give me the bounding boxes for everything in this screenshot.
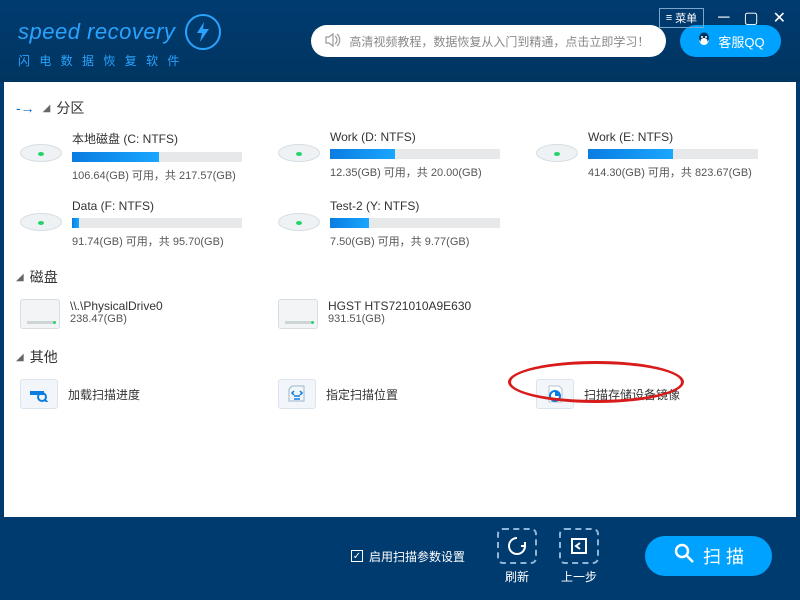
header-bar: speed recovery 闪 电 数 据 恢 复 软 件 高清视频教程，数据… [0,0,800,82]
maximize-icon[interactable]: ▢ [743,8,758,28]
partition-info: Test-2 (Y: NTFS) 7.50(GB) 可用，共 9.77(GB) [330,199,522,249]
tool-icon [20,379,58,409]
partition-info: Work (D: NTFS) 12.35(GB) 可用，共 20.00(GB) [330,130,522,183]
other-grid: 加载扫描进度 指定扫描位置 扫描存储设备镜像 [14,375,786,421]
capacity-text: 414.30(GB) 可用，共 823.67(GB) [588,164,780,180]
collapse-icon: ◢ [16,352,24,363]
qq-icon [696,32,712,51]
minimize-icon[interactable]: ─ [718,9,729,27]
section-label: 其他 [30,347,58,367]
section-label: 分区 [56,98,84,118]
logo-subtitle: 闪 电 数 据 恢 复 软 件 [18,52,221,69]
capacity-text: 12.35(GB) 可用，共 20.00(GB) [330,164,522,180]
partition-item[interactable]: Work (E: NTFS) 414.30(GB) 可用，共 823.67(GB) [530,126,780,195]
partition-name: Data (F: NTFS) [72,199,264,213]
arrow-icon: -→ [16,100,35,116]
tool-icon [278,379,316,409]
partition-name: Work (D: NTFS) [330,130,522,144]
tool-item[interactable]: 扫描存储设备镜像 [530,375,780,421]
partitions-grid: 本地磁盘 (C: NTFS) 106.64(GB) 可用，共 217.57(GB)… [14,126,786,261]
usage-bar [72,218,242,228]
section-partitions[interactable]: -→ ◢ 分区 [16,98,786,118]
capacity-text: 91.74(GB) 可用，共 95.70(GB) [72,233,264,249]
enable-params-checkbox[interactable]: ✓ 启用扫描参数设置 [351,548,465,565]
usage-bar [330,218,500,228]
qq-support-button[interactable]: 客服QQ [680,25,780,57]
disk-item[interactable]: \\.\PhysicalDrive0238.47(GB) [14,295,264,341]
usage-bar [588,149,758,159]
disk-icon [278,199,320,231]
checkbox-label: 启用扫描参数设置 [369,548,465,565]
section-label: 磁盘 [30,267,58,287]
disk-icon [278,130,320,162]
back-icon [559,528,599,564]
section-other[interactable]: ◢ 其他 [16,347,786,367]
main-panel: -→ ◢ 分区 本地磁盘 (C: NTFS) 106.64(GB) 可用，共 21… [4,82,796,517]
disk-icon [20,199,62,231]
collapse-icon: ◢ [16,272,24,283]
partition-info: Work (E: NTFS) 414.30(GB) 可用，共 823.67(GB) [588,130,780,183]
refresh-button[interactable]: 刷新 [497,528,537,585]
tool-label: 指定扫描位置 [326,379,522,409]
partition-item[interactable]: Work (D: NTFS) 12.35(GB) 可用，共 20.00(GB) [272,126,522,195]
usage-bar [72,152,242,162]
disk-info: \\.\PhysicalDrive0238.47(GB) [70,299,264,329]
tutorial-banner[interactable]: 高清视频教程，数据恢复从入门到精通，点击立即学习！ [311,25,666,57]
disk-size: 238.47(GB) [70,313,264,325]
partition-info: Data (F: NTFS) 91.74(GB) 可用，共 95.70(GB) [72,199,264,249]
bottom-bar: ✓ 启用扫描参数设置 刷新 上一步 扫 描 [0,517,800,595]
logo-block: speed recovery 闪 电 数 据 恢 复 软 件 [18,14,221,69]
collapse-icon: ◢ [43,103,51,114]
scan-label: 扫 描 [703,543,744,569]
partition-name: Test-2 (Y: NTFS) [330,199,522,213]
back-label: 上一步 [561,568,597,585]
disks-grid: \\.\PhysicalDrive0238.47(GB) HGST HTS7210… [14,295,786,341]
tool-item[interactable]: 加载扫描进度 [14,375,264,421]
partition-name: Work (E: NTFS) [588,130,780,144]
drive-icon [278,299,318,329]
bolt-icon [185,14,221,50]
disk-name: HGST HTS721010A9E630 [328,299,522,313]
capacity-text: 7.50(GB) 可用，共 9.77(GB) [330,233,522,249]
usage-bar [330,149,500,159]
partition-name: 本地磁盘 (C: NTFS) [72,130,264,147]
disk-size: 931.51(GB) [328,313,522,325]
tool-icon [536,379,574,409]
refresh-label: 刷新 [505,568,529,585]
tool-item[interactable]: 指定扫描位置 [272,375,522,421]
partition-item[interactable]: Data (F: NTFS) 91.74(GB) 可用，共 95.70(GB) [14,195,264,261]
drive-icon [20,299,60,329]
disk-icon [536,130,578,162]
disk-info: HGST HTS721010A9E630931.51(GB) [328,299,522,329]
scan-button[interactable]: 扫 描 [645,536,772,576]
disk-icon [20,130,62,162]
tool-label: 扫描存储设备镜像 [584,379,780,409]
disk-name: \\.\PhysicalDrive0 [70,299,264,313]
close-icon[interactable]: ✕ [773,8,786,28]
window-controls: ≡ 菜单 ─ ▢ ✕ [659,8,786,28]
checkbox-icon: ✓ [351,550,363,562]
qq-label: 客服QQ [718,32,764,51]
partition-item[interactable]: 本地磁盘 (C: NTFS) 106.64(GB) 可用，共 217.57(GB) [14,126,264,195]
partition-info: 本地磁盘 (C: NTFS) 106.64(GB) 可用，共 217.57(GB) [72,130,264,183]
logo-text: speed recovery [18,19,175,45]
menu-button[interactable]: ≡ 菜单 [659,8,704,28]
search-icon [673,542,695,570]
section-disks[interactable]: ◢ 磁盘 [16,267,786,287]
refresh-icon [497,528,537,564]
disk-item[interactable]: HGST HTS721010A9E630931.51(GB) [272,295,522,341]
partition-item[interactable]: Test-2 (Y: NTFS) 7.50(GB) 可用，共 9.77(GB) [272,195,522,261]
tutorial-text: 高清视频教程，数据恢复从入门到精通，点击立即学习！ [349,33,649,50]
tool-label: 加载扫描进度 [68,379,264,409]
speaker-icon [325,33,341,50]
back-button[interactable]: 上一步 [559,528,599,585]
capacity-text: 106.64(GB) 可用，共 217.57(GB) [72,167,264,183]
